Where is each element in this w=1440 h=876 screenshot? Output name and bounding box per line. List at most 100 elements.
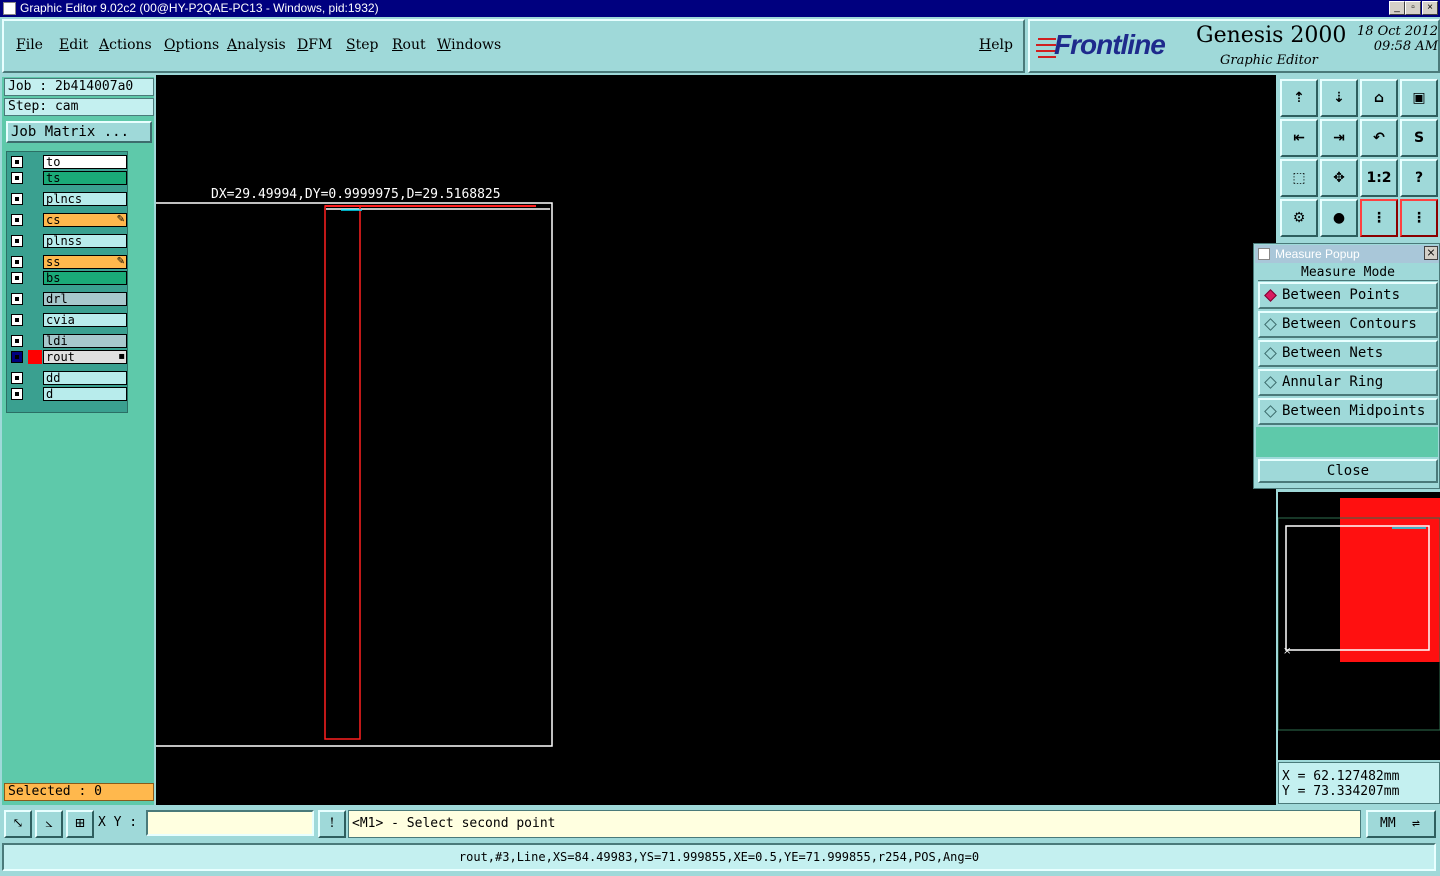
layer-row-cs[interactable]: cs ✎	[9, 213, 127, 227]
menu-analysis[interactable]: Analysis	[227, 37, 286, 53]
layer-name[interactable]: drl	[43, 292, 127, 306]
layer-row-ss[interactable]: ss ✎	[9, 255, 127, 269]
layer-color-swatch	[28, 350, 42, 364]
layer-row-dd[interactable]: dd	[9, 371, 127, 385]
measure-option[interactable]: Between Nets	[1258, 340, 1438, 367]
xy-input[interactable]	[146, 810, 314, 836]
layer-row-ts[interactable]: ts	[9, 171, 127, 185]
menu-rout[interactable]: Rout	[392, 37, 426, 53]
menu-windows[interactable]: Windows	[437, 37, 501, 53]
radio-diamond-icon[interactable]	[1264, 318, 1277, 331]
measure-option[interactable]: Between Contours	[1258, 311, 1438, 338]
layer-name[interactable]: d	[43, 387, 127, 401]
menu-file[interactable]: File	[16, 37, 43, 53]
close-window-button[interactable]: ×	[1422, 1, 1438, 15]
close-button[interactable]: Close	[1258, 459, 1438, 483]
layer-name[interactable]: to	[43, 155, 127, 169]
home-icon[interactable]: ⌂	[1360, 79, 1398, 117]
layer-checkbox[interactable]	[11, 293, 23, 305]
menu-edit[interactable]: Edit	[59, 37, 88, 53]
tools-icon[interactable]: ⚙	[1280, 199, 1318, 237]
radio-diamond-icon[interactable]	[1264, 405, 1277, 418]
menu-help[interactable]: Help	[979, 37, 1013, 53]
layer-name[interactable]: cs	[43, 213, 127, 227]
layer-name[interactable]: ldi	[43, 334, 127, 348]
minimize-button[interactable]: _	[1389, 1, 1405, 15]
net2-icon[interactable]: ⋮	[1400, 199, 1438, 237]
popup-app-icon	[1258, 248, 1270, 260]
abort-icon[interactable]: !	[318, 810, 346, 838]
layer-row-d[interactable]: d	[9, 387, 127, 401]
measure-mode-label: Measure Mode	[1258, 265, 1438, 281]
layer-name[interactable]: ts	[43, 171, 127, 185]
layer-checkbox[interactable]	[11, 372, 23, 384]
grid-snap-icon[interactable]: ⊞	[66, 810, 94, 838]
split-icon[interactable]: ▣	[1400, 79, 1438, 117]
layer-checkbox[interactable]	[11, 256, 23, 268]
layer-row-bs[interactable]: bs	[9, 271, 127, 285]
pan-left-icon[interactable]: ⇤	[1280, 119, 1318, 157]
radio-diamond-icon[interactable]	[1264, 376, 1277, 389]
layer-row-ldi[interactable]: ldi	[9, 334, 127, 348]
help-icon[interactable]: ?	[1400, 159, 1438, 197]
job-matrix-button[interactable]: Job Matrix ...	[6, 121, 152, 143]
layer-checkbox[interactable]	[11, 172, 23, 184]
layer-row-drl[interactable]: drl	[9, 292, 127, 306]
layer-name[interactable]: dd	[43, 371, 127, 385]
layer-name[interactable]: plnss	[43, 234, 127, 248]
selected-count: Selected : 0	[4, 783, 154, 801]
window-title-bar[interactable]: Graphic Editor 9.02c2 (00@HY-P2QAE-PC13 …	[0, 0, 1440, 17]
measure-option[interactable]: Between Midpoints	[1258, 398, 1438, 425]
units-dropdown[interactable]: MM ⇌	[1366, 810, 1436, 838]
logo-product: Genesis 2000	[1196, 23, 1347, 48]
layer-checkbox[interactable]	[11, 272, 23, 284]
zoom-home-icon[interactable]: ⇡	[1280, 79, 1318, 117]
graphic-canvas[interactable]: DX=29.49994,DY=0.9999975,D=29.5168825	[156, 75, 1276, 805]
layer-name[interactable]: bs	[43, 271, 127, 285]
pan-right-icon[interactable]: ⇥	[1320, 119, 1358, 157]
angle-snap-icon[interactable]: ⦣	[35, 810, 63, 838]
layer-checkbox[interactable]	[11, 156, 23, 168]
measure-option[interactable]: Annular Ring	[1258, 369, 1438, 396]
layer-checkbox[interactable]	[11, 351, 23, 363]
menu-step[interactable]: Step	[346, 37, 378, 53]
coord-x: X = 62.127482mm	[1282, 769, 1400, 784]
zoom-down-icon[interactable]: ⇣	[1320, 79, 1358, 117]
menu-actions[interactable]: Actions	[99, 37, 152, 53]
dropdown-icon: ⇌	[1412, 816, 1420, 831]
layer-name[interactable]: cvia	[43, 313, 127, 327]
menu-dfm[interactable]: DFM	[297, 37, 332, 53]
layer-name[interactable]: ss	[43, 255, 127, 269]
net-icon[interactable]: ⋮	[1360, 199, 1398, 237]
center-icon[interactable]: ✥	[1320, 159, 1358, 197]
layer-checkbox[interactable]	[11, 235, 23, 247]
feature-status-bar: rout,#3,Line,XS=84.49983,YS=71.999855,XE…	[2, 843, 1436, 871]
layer-row-plnss[interactable]: plnss	[9, 234, 127, 248]
layer-name[interactable]: plncs	[43, 192, 127, 206]
layer-checkbox[interactable]	[11, 388, 23, 400]
maximize-button[interactable]: ▫	[1405, 1, 1421, 15]
snake-icon[interactable]: S	[1400, 119, 1438, 157]
radio-diamond-icon[interactable]	[1264, 289, 1277, 302]
layer-mark-icon: ✎	[116, 256, 125, 267]
layer-checkbox[interactable]	[11, 335, 23, 347]
layer-name[interactable]: rout	[43, 350, 127, 364]
popup-close-icon[interactable]: ×	[1424, 246, 1438, 260]
layer-row-to[interactable]: to	[9, 155, 127, 169]
layer-row-plncs[interactable]: plncs	[9, 192, 127, 206]
zoom-ratio-icon[interactable]: 1:2	[1360, 159, 1398, 197]
layer-row-cvia[interactable]: cvia	[9, 313, 127, 327]
layer-checkbox[interactable]	[11, 214, 23, 226]
undo-icon[interactable]: ↶	[1360, 119, 1398, 157]
pad-icon[interactable]: ●	[1320, 199, 1358, 237]
layer-checkbox[interactable]	[11, 314, 23, 326]
measure-option[interactable]: Between Points	[1258, 282, 1438, 309]
measure-popup-title[interactable]: Measure Popup	[1255, 245, 1439, 263]
layer-row-rout[interactable]: rout ▪	[9, 350, 127, 364]
fit-icon[interactable]: ⬚	[1280, 159, 1318, 197]
layer-checkbox[interactable]	[11, 193, 23, 205]
snap-icon[interactable]: ⤡	[4, 810, 32, 838]
menu-options[interactable]: Options	[164, 37, 219, 53]
radio-diamond-icon[interactable]	[1264, 347, 1277, 360]
overview-map[interactable]: ×	[1277, 492, 1440, 760]
